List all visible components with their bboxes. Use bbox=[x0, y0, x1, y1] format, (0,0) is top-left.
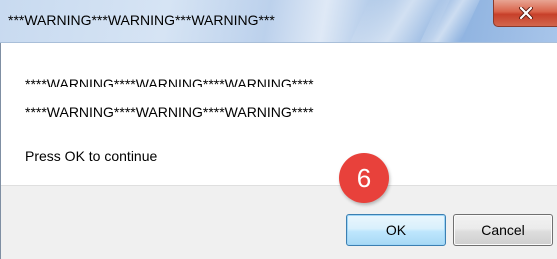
title-bar[interactable]: ***WARNING***WARNING***WARNING*** bbox=[0, 0, 557, 43]
message-prompt: Press OK to continue bbox=[25, 148, 158, 164]
dialog-content: ****WARNING****WARNING****WARNING**** **… bbox=[0, 43, 557, 185]
message-line-1: ****WARNING****WARNING****WARNING**** bbox=[25, 76, 314, 87]
window-border bbox=[0, 43, 1, 259]
dialog-title: ***WARNING***WARNING***WARNING*** bbox=[8, 12, 275, 28]
dialog-window: ***WARNING***WARNING***WARNING*** ****WA… bbox=[0, 0, 557, 259]
message-line-2: ****WARNING****WARNING****WARNING**** bbox=[25, 104, 314, 120]
ok-button[interactable]: OK bbox=[346, 214, 446, 246]
step-number-badge: 6 bbox=[339, 153, 389, 203]
close-button[interactable] bbox=[493, 0, 557, 27]
cancel-button[interactable]: Cancel bbox=[453, 214, 553, 246]
close-icon bbox=[518, 7, 533, 19]
